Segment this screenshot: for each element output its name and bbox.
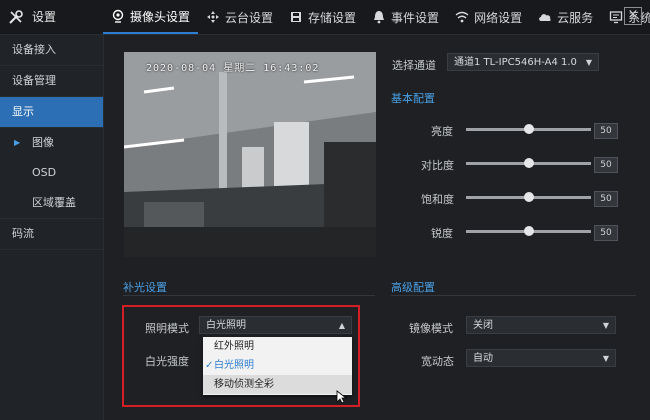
close-button[interactable]: ×: [624, 7, 642, 25]
tab-event[interactable]: 事件设置: [364, 0, 447, 34]
contrast-label: 对比度: [421, 159, 454, 172]
tab-network-label: 网络设置: [474, 10, 523, 25]
brightness-label: 亮度: [431, 125, 453, 138]
sharpness-value[interactable]: 50: [594, 225, 618, 241]
cloud-icon: [538, 10, 552, 24]
wdr-value: 自动: [473, 353, 493, 364]
sidebar-item-label: 码流: [12, 227, 34, 240]
sidebar-item-device-access[interactable]: 设备接入: [0, 35, 103, 66]
brightness-value[interactable]: 50: [594, 123, 618, 139]
divider: [391, 295, 636, 296]
tab-ptz-label: 云台设置: [225, 10, 274, 25]
tab-camera[interactable]: 摄像头设置: [103, 0, 199, 34]
sidebar-item-osd[interactable]: OSD: [0, 158, 103, 188]
sidebar-item-label: 区域覆盖: [32, 196, 76, 209]
sidebar-item-stream[interactable]: 码流: [0, 219, 103, 250]
channel-select-value: 通道1 TL-IPC546H-A4 1.0: [454, 57, 577, 68]
video-timestamp: 2020-08-04 星期二 16:43:02: [146, 63, 320, 74]
tab-network[interactable]: 网络设置: [447, 0, 530, 34]
sharpness-label: 锐度: [431, 227, 453, 240]
basic-config-title: 基本配置: [391, 92, 435, 105]
red-highlight-box: [122, 305, 360, 407]
contrast-slider-thumb[interactable]: [523, 158, 534, 168]
sidebar-item-label: 设备接入: [12, 43, 56, 56]
mirror-mode-select[interactable]: 关闭 ▼: [466, 316, 616, 334]
ptz-icon: [206, 10, 220, 24]
chevron-down-icon: ▼: [602, 354, 609, 363]
brightness-slider-thumb[interactable]: [523, 124, 534, 134]
wifi-icon: [455, 10, 469, 24]
video-preview: 2020-08-04 星期二 16:43:02: [124, 52, 376, 257]
tab-cloud-label: 云服务: [557, 10, 594, 25]
main-panel: 2020-08-04 星期二 16:43:02 选择通道 通道1 TL-IPC5…: [104, 35, 650, 420]
tab-ptz[interactable]: 云台设置: [198, 0, 281, 34]
chevron-down-icon: ▼: [602, 321, 609, 330]
mirror-mode-value: 关闭: [473, 320, 493, 331]
channel-select[interactable]: 通道1 TL-IPC546H-A4 1.0 ▼: [447, 53, 599, 71]
tab-storage-label: 存储设置: [308, 10, 357, 25]
sidebar-item-label: 设备管理: [12, 74, 56, 87]
wdr-select[interactable]: 自动 ▼: [466, 349, 616, 367]
video-scene-image: [124, 52, 376, 257]
settings-title-text: 设置: [32, 10, 57, 24]
close-icon: ×: [627, 7, 639, 22]
advanced-config-title: 高级配置: [391, 281, 435, 294]
sidebar-item-device-manage[interactable]: 设备管理: [0, 66, 103, 97]
system-icon: [609, 10, 623, 24]
contrast-value[interactable]: 50: [594, 157, 618, 173]
sidebar: 设备接入 设备管理 显示 ▶ 图像 OSD 区域覆盖 码流: [0, 35, 104, 420]
storage-icon: [289, 10, 303, 24]
sharpness-slider-thumb[interactable]: [523, 226, 534, 236]
tab-cloud[interactable]: 云服务: [530, 0, 601, 34]
sidebar-item-label: 显示: [12, 105, 34, 118]
tools-icon: [8, 9, 24, 25]
top-tabs: 摄像头设置 云台设置 存储设置 事件设置 网络设置 云服务 系统设置: [103, 0, 650, 34]
mouse-cursor-icon: [336, 390, 348, 404]
divider: [123, 295, 375, 296]
saturation-value[interactable]: 50: [594, 191, 618, 207]
saturation-label: 饱和度: [421, 193, 454, 206]
tab-camera-label: 摄像头设置: [130, 9, 191, 24]
bell-icon: [372, 10, 386, 24]
tab-event-label: 事件设置: [391, 10, 440, 25]
sidebar-item-privacy-mask[interactable]: 区域覆盖: [0, 188, 103, 219]
camera-icon: [111, 9, 125, 23]
channel-label: 选择通道: [392, 59, 436, 72]
sidebar-item-label: OSD: [32, 166, 57, 179]
sidebar-item-display[interactable]: 显示: [0, 97, 103, 128]
active-dot-icon: ▶: [14, 138, 21, 147]
mirror-mode-label: 镜像模式: [409, 322, 453, 335]
fill-light-title: 补光设置: [123, 281, 167, 294]
saturation-slider-thumb[interactable]: [523, 192, 534, 202]
settings-title: 设置: [8, 8, 56, 25]
chevron-down-icon: ▼: [585, 58, 592, 67]
wdr-label: 宽动态: [421, 355, 454, 368]
top-bar: 设置 摄像头设置 云台设置 存储设置 事件设置 网络设置 云服务 系统设置: [0, 0, 650, 35]
sidebar-item-label: 图像: [32, 136, 54, 149]
tab-storage[interactable]: 存储设置: [281, 0, 364, 34]
sidebar-item-image[interactable]: ▶ 图像: [0, 128, 103, 158]
